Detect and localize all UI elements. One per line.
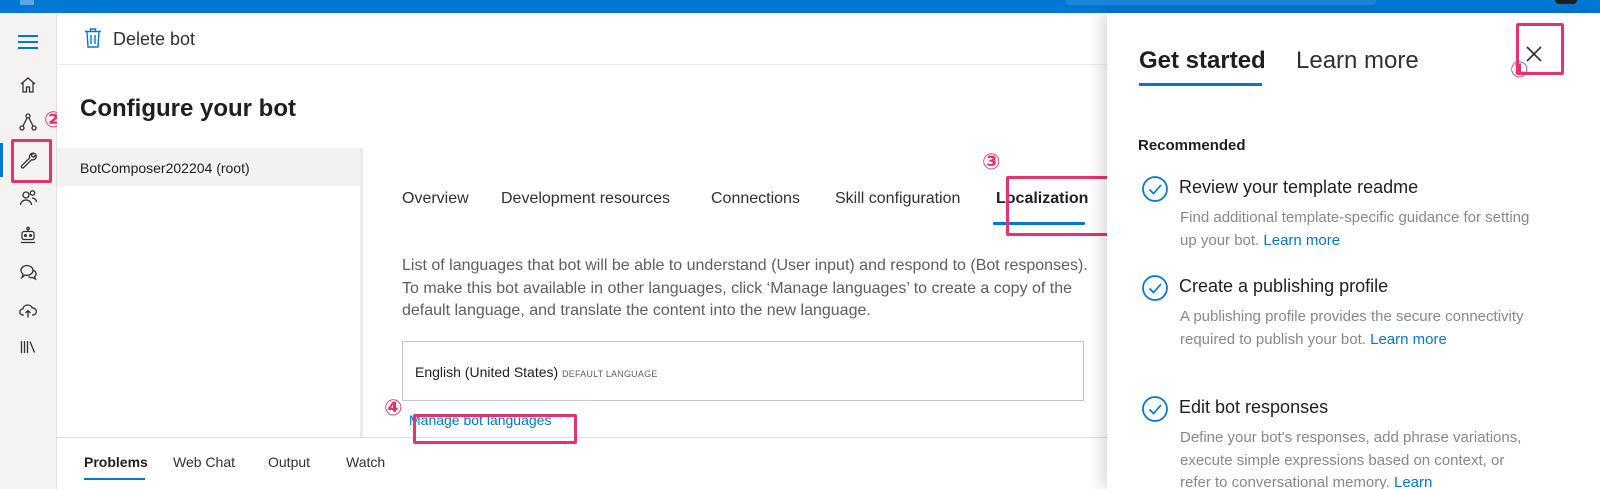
checklist-item-title[interactable]: Edit bot responses bbox=[1179, 397, 1328, 418]
annotation-box-2 bbox=[11, 139, 52, 183]
tab-overview[interactable]: Overview bbox=[402, 190, 469, 208]
users-icon[interactable] bbox=[15, 185, 41, 211]
check-circle-icon bbox=[1142, 275, 1168, 301]
tab-web-chat[interactable]: Web Chat bbox=[173, 454, 235, 470]
delete-bot-button[interactable]: Delete bot bbox=[113, 29, 195, 50]
tree-item-root[interactable]: BotComposer202204 (root) bbox=[57, 148, 360, 186]
toolbar: Delete bot bbox=[57, 13, 1107, 65]
tab-skill-configuration[interactable]: Skill configuration bbox=[835, 190, 960, 208]
annotation-number-3: ③ bbox=[982, 150, 1001, 175]
default-language-tag: DEFAULT LANGUAGE bbox=[562, 369, 658, 379]
cloud-upload-icon[interactable] bbox=[15, 297, 41, 323]
get-started-panel: Get started Learn more Recommended Revie… bbox=[1107, 13, 1600, 489]
app-logo[interactable] bbox=[20, 0, 34, 5]
section-heading-recommended: Recommended bbox=[1138, 137, 1246, 154]
tab-watch[interactable]: Watch bbox=[346, 454, 385, 470]
language-name: English (United States) bbox=[415, 364, 559, 380]
check-circle-icon bbox=[1142, 176, 1168, 202]
pane-divider[interactable] bbox=[360, 148, 363, 437]
annotation-number-1: ① bbox=[1510, 58, 1529, 83]
left-rail-nav bbox=[0, 13, 57, 489]
rail-active-indicator bbox=[0, 143, 3, 177]
trash-icon[interactable] bbox=[83, 27, 103, 49]
annotation-number-4: ④ bbox=[384, 396, 403, 421]
main-content: Delete bot Configure your bot BotCompose… bbox=[57, 13, 1107, 489]
learn-more-link[interactable]: Learn bbox=[1394, 474, 1432, 489]
debug-panel-tabs: Problems Web Chat Output Watch bbox=[57, 437, 1107, 489]
language-item[interactable]: English (United States) DEFAULT LANGUAGE bbox=[415, 364, 657, 380]
checklist-item-title[interactable]: Review your template readme bbox=[1179, 177, 1418, 198]
global-search-input[interactable] bbox=[1066, 0, 1376, 5]
bot-project-tree: BotComposer202204 (root) bbox=[57, 148, 363, 437]
tab-connections[interactable]: Connections bbox=[711, 190, 800, 208]
top-app-bar bbox=[0, 0, 1600, 13]
tab-learn-more[interactable]: Learn more bbox=[1296, 47, 1419, 75]
tab-problems[interactable]: Problems bbox=[84, 454, 148, 470]
bot-icon[interactable] bbox=[15, 222, 41, 248]
home-icon[interactable] bbox=[15, 72, 41, 98]
checklist-item-title[interactable]: Create a publishing profile bbox=[1179, 276, 1388, 297]
active-bottom-tab-indicator bbox=[84, 478, 145, 480]
annotation-box-3 bbox=[1006, 176, 1117, 236]
tab-output[interactable]: Output bbox=[268, 454, 310, 470]
tab-development-resources[interactable]: Development resources bbox=[501, 190, 670, 208]
flow-icon[interactable] bbox=[15, 109, 41, 135]
chat-icon[interactable] bbox=[15, 259, 41, 285]
user-avatar[interactable] bbox=[1555, 0, 1577, 4]
check-circle-icon bbox=[1142, 396, 1168, 422]
annotation-box-4 bbox=[413, 414, 577, 444]
checklist-item-description: Define your bot's responses, add phrase … bbox=[1180, 429, 1522, 489]
checklist-item-description: Find additional template-specific guidan… bbox=[1180, 209, 1530, 249]
learn-more-link[interactable]: Learn more bbox=[1263, 232, 1340, 249]
library-icon[interactable] bbox=[15, 334, 41, 360]
checklist-item-description: A publishing profile provides the secure… bbox=[1180, 308, 1524, 348]
active-panel-tab-indicator bbox=[1139, 83, 1262, 86]
localization-description: List of languages that bot will be able … bbox=[402, 257, 1088, 319]
menu-icon[interactable] bbox=[18, 35, 38, 49]
page-title: Configure your bot bbox=[80, 95, 296, 122]
learn-more-link[interactable]: Learn more bbox=[1370, 331, 1447, 348]
tab-get-started[interactable]: Get started bbox=[1139, 47, 1266, 75]
language-list: English (United States) DEFAULT LANGUAGE bbox=[402, 341, 1084, 401]
